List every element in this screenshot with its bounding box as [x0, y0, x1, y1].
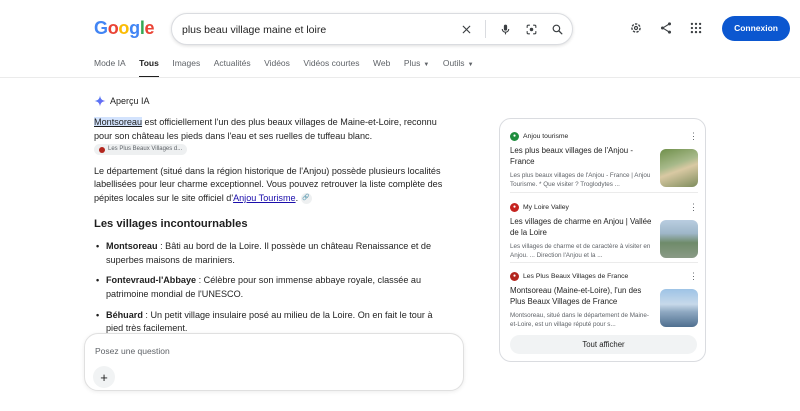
montsoreau-highlight-link[interactable]: Montsoreau	[94, 117, 143, 127]
more-options-icon[interactable]: ⋮	[689, 131, 698, 141]
source-divider	[510, 192, 698, 193]
logo-letter: g	[129, 18, 140, 38]
anjou-tourisme-link[interactable]: Anjou Tourisme	[233, 193, 296, 203]
chevron-down-icon: ▼	[423, 62, 430, 68]
add-icon[interactable]: +	[93, 366, 115, 388]
settings-icon[interactable]	[626, 15, 646, 41]
more-options-icon[interactable]: ⋮	[689, 202, 698, 212]
ai-overview-title: Aperçu IA	[110, 96, 150, 106]
follow-up-box: +	[84, 333, 464, 391]
source-site: My Loire Valley	[523, 203, 569, 211]
source-thumbnail	[660, 149, 698, 187]
source-body: Les plus beaux villages de l'Anjou - Fra…	[510, 146, 698, 189]
search-divider	[485, 20, 486, 38]
logo-letter: e	[144, 18, 155, 38]
logo-letter: G	[94, 18, 108, 38]
apps-grid-icon[interactable]	[686, 15, 706, 41]
tabs-divider	[0, 77, 800, 78]
search-tabs: Mode IA Tous Images Actualités Vidéos Vi…	[94, 58, 487, 78]
tab-mode-ia[interactable]: Mode IA	[94, 58, 126, 78]
source-thumbnail	[660, 289, 698, 327]
source-snippet: Les villages de charme et de caractère à…	[510, 243, 651, 259]
list-item: Montsoreau : Bâti au bord de la Loire. I…	[94, 240, 450, 267]
source-title[interactable]: Montsoreau (Maine-et-Loire), l'un des Pl…	[510, 286, 652, 307]
source-snippet: Montsoreau, situé dans le département de…	[510, 312, 649, 328]
clear-icon[interactable]	[457, 19, 475, 39]
tab-videos[interactable]: Vidéos	[264, 58, 290, 78]
plus-beaux-villages-favicon-icon: ●	[510, 271, 519, 281]
source-title[interactable]: Les plus beaux villages de l'Anjou - Fra…	[510, 146, 652, 167]
section-heading: Les villages incontournables	[94, 217, 248, 230]
source-body: Les villages de charme en Anjou | Vallée…	[510, 217, 698, 260]
source-body: Montsoreau (Maine-et-Loire), l'un des Pl…	[510, 286, 698, 329]
logo-letter: o	[107, 18, 119, 38]
source-favicon-icon	[99, 146, 105, 153]
anjou-favicon-icon: ●	[510, 131, 519, 141]
question-input[interactable]	[95, 344, 395, 358]
tab-plus[interactable]: Plus ▼	[404, 58, 430, 78]
sparkle-icon	[94, 95, 106, 107]
show-all-button[interactable]: Tout afficher	[510, 335, 697, 354]
source-thumbnail	[660, 220, 698, 258]
tab-actualites[interactable]: Actualités	[214, 58, 251, 78]
ai-paragraph: Le département (situé dans la région his…	[94, 165, 450, 206]
ai-paragraph: Montsoreau est officiellement l'un des p…	[94, 116, 450, 157]
list-item: Fontevraud-l'Abbaye : Célèbre pour son i…	[94, 274, 450, 301]
source-snippet: Les plus beaux villages de l'Anjou - Fra…	[510, 172, 651, 188]
source-divider	[510, 262, 698, 263]
lens-icon[interactable]	[522, 19, 540, 39]
microphone-icon[interactable]	[496, 19, 514, 39]
ai-paragraph-text: est officiellement l'un des plus beaux v…	[94, 117, 437, 141]
search-box	[171, 13, 573, 45]
ai-overview-content: Montsoreau est officiellement l'un des p…	[94, 116, 450, 343]
village-name: Fontevraud-l'Abbaye	[106, 275, 197, 286]
tab-plus-label: Plus	[403, 58, 421, 68]
source-card[interactable]: ● My Loire Valley ⋮ Les villages de char…	[510, 202, 698, 260]
village-name: Montsoreau	[106, 241, 158, 252]
search-actions	[457, 19, 566, 39]
tab-tous[interactable]: Tous	[139, 58, 159, 78]
source-header: ● Anjou tourisme ⋮	[510, 131, 698, 141]
tab-videos-courtes[interactable]: Vidéos courtes	[303, 58, 359, 78]
source-card[interactable]: ● Anjou tourisme ⋮ Les plus beaux villag…	[510, 131, 698, 189]
source-title[interactable]: Les villages de charme en Anjou | Vallée…	[510, 217, 652, 238]
source-text: Montsoreau (Maine-et-Loire), l'un des Pl…	[510, 286, 652, 329]
logo-letter: o	[118, 18, 130, 38]
sources-panel: ● Anjou tourisme ⋮ Les plus beaux villag…	[499, 118, 706, 362]
villages-list: Montsoreau : Bâti au bord de la Loire. I…	[94, 240, 450, 336]
loire-valley-favicon-icon: ●	[510, 202, 519, 212]
village-name: Béhuard	[106, 309, 143, 320]
tab-web[interactable]: Web	[373, 58, 390, 78]
source-header: ● My Loire Valley ⋮	[510, 202, 698, 212]
connexion-button[interactable]: Connexion	[722, 15, 790, 41]
share-icon[interactable]	[656, 15, 676, 41]
more-options-icon[interactable]: ⋮	[689, 271, 698, 281]
search-input[interactable]	[182, 20, 472, 40]
list-item: Béhuard : Un petit village insulaire pos…	[94, 309, 450, 336]
ai-overview-header: Aperçu IA	[94, 95, 150, 107]
source-header: ● Les Plus Beaux Villages de France ⋮	[510, 271, 698, 281]
chevron-down-icon: ▼	[467, 62, 474, 68]
source-card[interactable]: ● Les Plus Beaux Villages de France ⋮ Mo…	[510, 271, 698, 329]
source-chip[interactable]: Les Plus Beaux Villages d...	[94, 144, 188, 156]
source-site: Les Plus Beaux Villages de France	[523, 272, 629, 280]
header-actions: Connexion	[626, 15, 790, 41]
search-icon[interactable]	[548, 19, 566, 39]
source-chip-label: Les Plus Beaux Villages d...	[108, 145, 183, 152]
link-icon[interactable]: 🔗	[300, 193, 312, 205]
source-text: Les villages de charme en Anjou | Vallée…	[510, 217, 652, 260]
source-text: Les plus beaux villages de l'Anjou - Fra…	[510, 146, 652, 189]
tab-outils-label: Outils	[442, 58, 465, 68]
tab-outils[interactable]: Outils ▼	[443, 58, 474, 78]
source-site: Anjou tourisme	[523, 132, 569, 140]
tab-images[interactable]: Images	[172, 58, 200, 78]
village-description: : Un petit village insulaire posé au mil…	[106, 309, 433, 334]
ai-paragraph-end: .	[295, 192, 299, 203]
google-logo[interactable]: Google	[94, 18, 155, 39]
